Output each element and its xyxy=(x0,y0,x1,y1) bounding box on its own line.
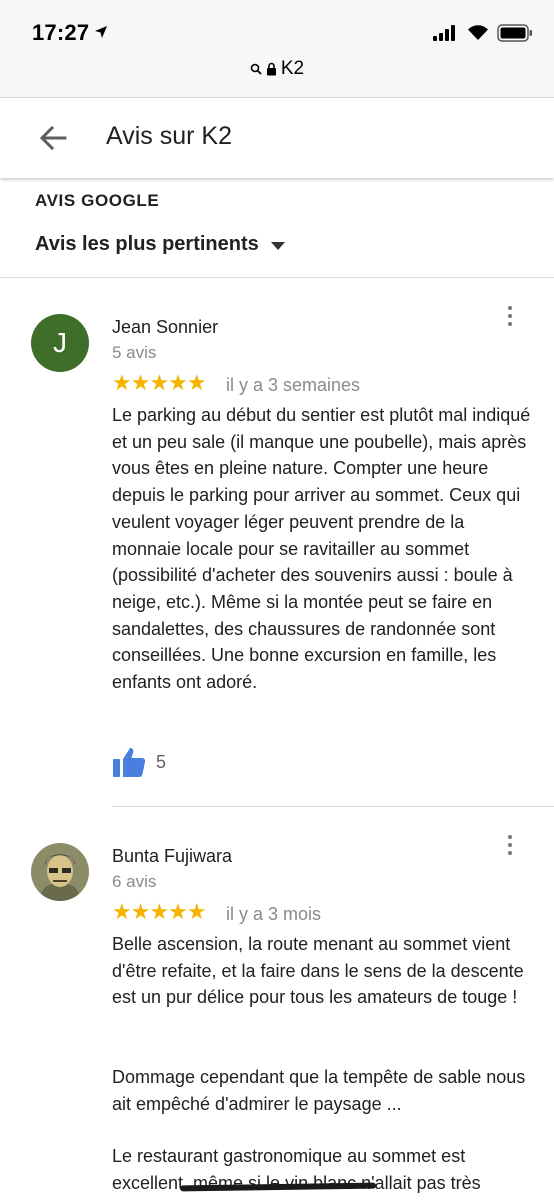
review-date: il y a 3 semaines xyxy=(226,375,361,395)
status-time: 17:27 xyxy=(32,20,90,45)
like-count: 5 xyxy=(156,751,167,772)
more-options-icon[interactable] xyxy=(500,835,520,861)
like-button[interactable]: 5 xyxy=(112,746,166,778)
url-bar[interactable]: K2 xyxy=(0,58,554,80)
cellular-signal-icon xyxy=(433,25,455,41)
location-arrow-icon xyxy=(95,26,107,38)
review-text: Le parking au début du sentier est plutô… xyxy=(112,405,531,693)
review-count: 6 avis xyxy=(112,872,157,891)
lock-icon xyxy=(266,62,276,76)
back-arrow-icon[interactable] xyxy=(38,123,68,153)
wifi-icon xyxy=(468,25,488,40)
divider xyxy=(0,277,554,278)
review-count: 5 avis xyxy=(112,343,157,362)
review-paragraph: Belle ascension, la route menant au somm… xyxy=(112,934,524,1008)
url-text: K2 xyxy=(280,58,305,79)
avatar[interactable]: J xyxy=(31,314,89,372)
browser-status-bar: 17:27 K2 xyxy=(0,0,554,98)
star-rating: ★★★★★ xyxy=(112,899,207,924)
avatar[interactable] xyxy=(31,843,89,901)
section-label: AVIS GOOGLE xyxy=(35,191,160,210)
review-paragraph: Dommage cependant que la tempête de sabl… xyxy=(112,1067,526,1114)
sort-label: Avis les plus pertinents xyxy=(35,233,259,255)
app-header: Avis sur K2 xyxy=(0,98,554,178)
more-options-icon[interactable] xyxy=(500,306,520,332)
avatar-illustration xyxy=(31,843,89,901)
reviewer-name[interactable]: Bunta Fujiwara xyxy=(112,846,232,867)
divider xyxy=(112,806,554,807)
reviewer-name[interactable]: Jean Sonnier xyxy=(112,317,218,338)
dropdown-caret-icon xyxy=(270,241,285,250)
review-date: il y a 3 mois xyxy=(226,904,322,924)
page-title: Avis sur K2 xyxy=(106,122,232,150)
star-rating: ★★★★★ xyxy=(112,370,207,395)
battery-icon xyxy=(497,24,532,42)
search-icon xyxy=(250,63,262,75)
thumbs-up-icon xyxy=(113,748,146,777)
sort-dropdown[interactable]: Avis les plus pertinents xyxy=(35,233,285,256)
